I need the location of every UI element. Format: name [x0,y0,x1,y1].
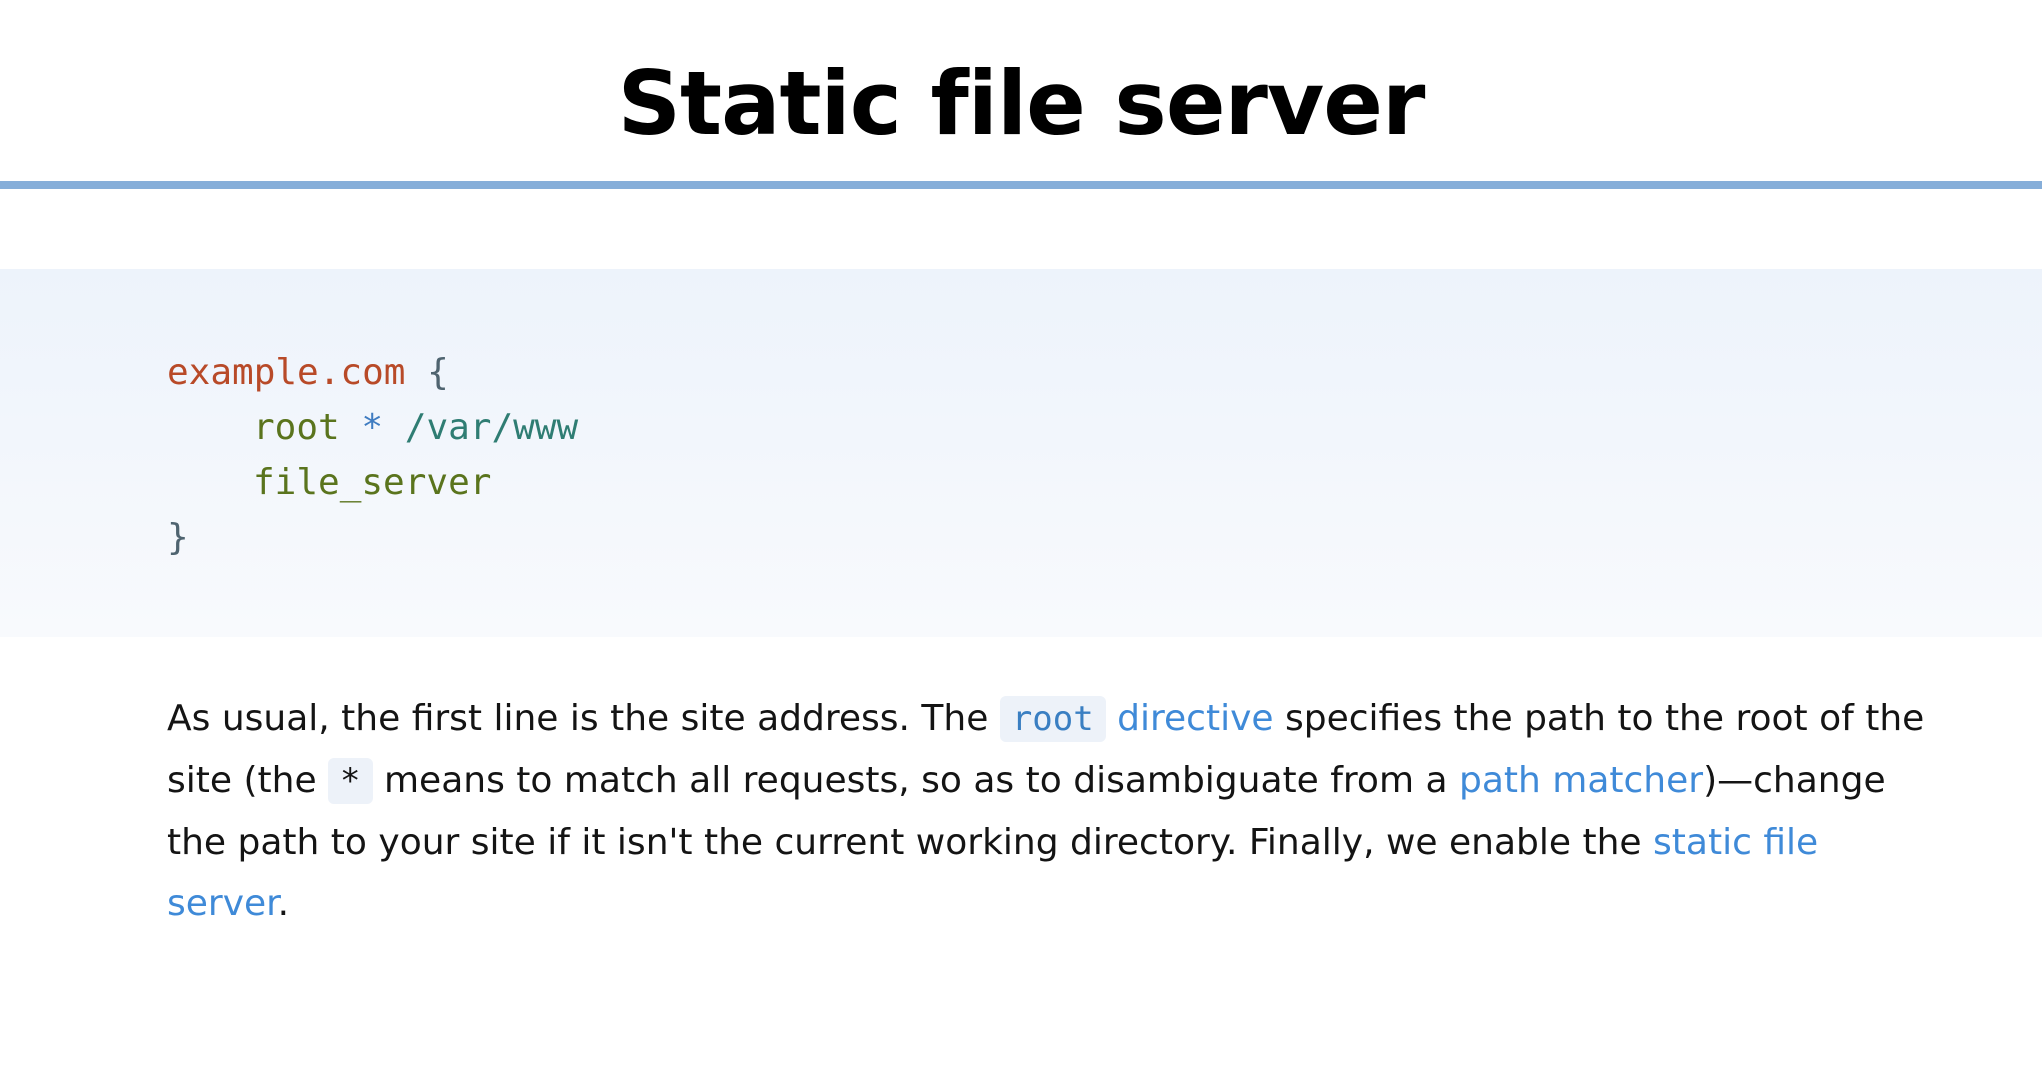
code-close-brace: } [167,517,189,558]
paragraph-text: As usual, the first line is the site add… [167,698,1000,739]
code-root-directive: root [253,407,340,448]
path-matcher-link[interactable]: path matcher [1459,760,1703,801]
code-line-4: } [167,510,2042,565]
code-file-server-directive: file_server [253,462,492,503]
inline-code-wildcard: * [328,758,373,804]
code-line-2: root * /var/www [167,400,2042,455]
inline-code-root: root [999,696,1106,742]
paragraph-text: . [277,883,290,924]
explanation-paragraph: As usual, the first line is the site add… [167,688,1927,934]
directive-link[interactable]: directive [1117,698,1273,739]
code-wildcard-matcher: * [361,407,384,448]
page-title: Static file server [617,52,1426,155]
code-root-path: /var/www [404,407,579,448]
code-line-3: file_server [167,455,2042,510]
paragraph-text: means to match all requests, so as to di… [372,760,1459,801]
code-open-brace: { [405,352,449,393]
code-line-1: example.com { [167,345,2042,400]
caddyfile-code-block: example.com { root * /var/www file_serve… [0,269,2042,637]
title-divider [0,181,2042,189]
code-site-address: example.com [167,352,406,393]
